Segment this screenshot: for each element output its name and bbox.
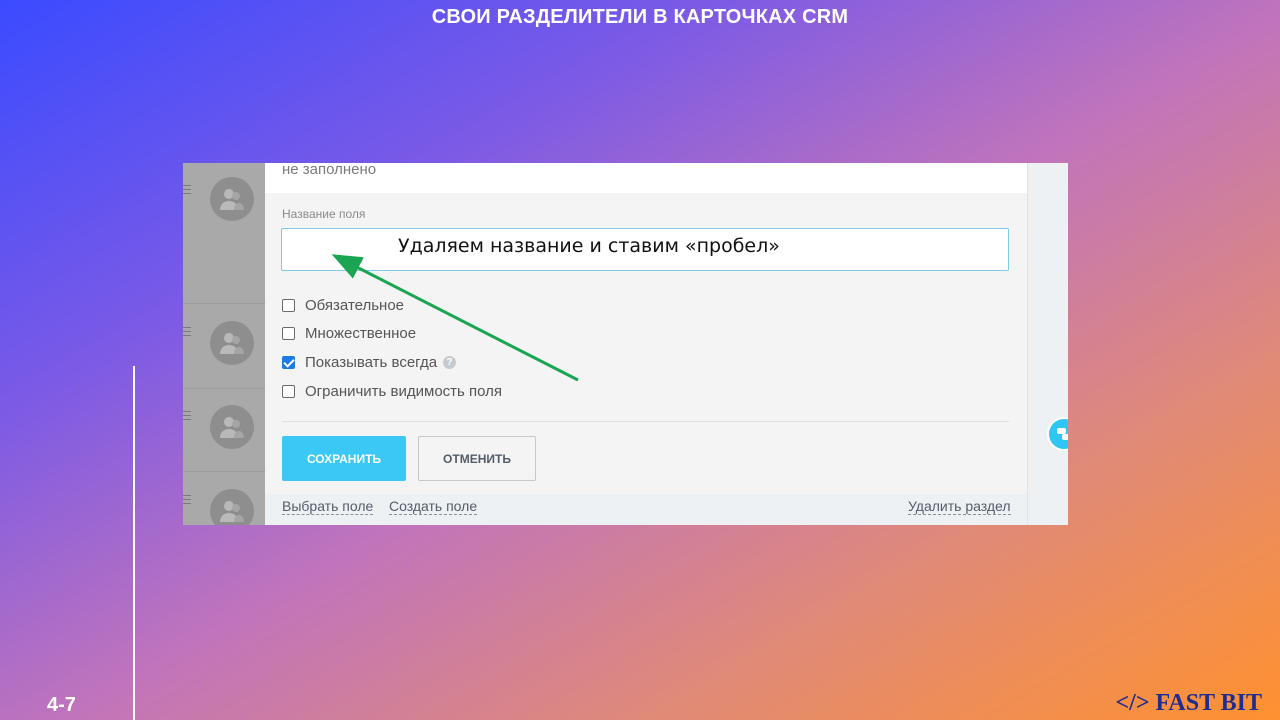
crm-screenshot: не заполнено Название поля Удаляем назва… [183, 163, 1068, 525]
slide-number: 4-7 [47, 694, 76, 716]
brand-logo: </> FAST BIT [1115, 690, 1262, 716]
decorative-divider [133, 366, 135, 720]
slide-title: СВОИ РАЗДЕЛИТЕЛИ В КАРТОЧКАХ CRM [431, 6, 849, 28]
annotation-arrow [331, 254, 579, 382]
